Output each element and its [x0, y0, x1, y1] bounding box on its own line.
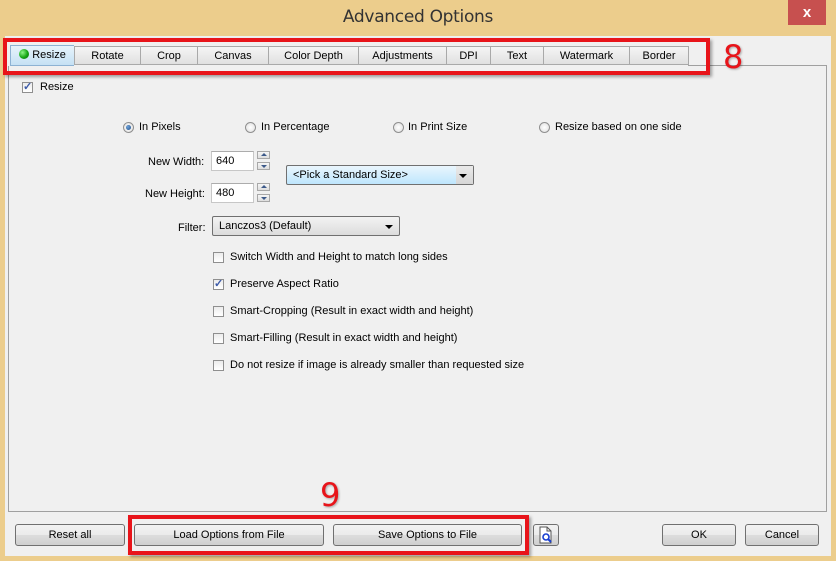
width-spin-up-button[interactable] — [257, 151, 270, 159]
chevron-down-icon — [459, 174, 467, 178]
radio-in-print-size[interactable] — [393, 122, 404, 133]
tab-watermark[interactable]: Watermark — [543, 46, 629, 65]
filter-value: Lanczos3 (Default) — [219, 220, 312, 232]
width-spin-down-button[interactable] — [257, 162, 270, 170]
switch-sides-label: Switch Width and Height to match long si… — [230, 251, 448, 263]
ok-button[interactable]: OK — [662, 524, 736, 546]
tab-adjustments[interactable]: Adjustments — [358, 46, 446, 65]
tab-canvas[interactable]: Canvas — [197, 46, 268, 65]
tab-rotate[interactable]: Rotate — [74, 46, 140, 65]
tab-label: Resize — [32, 49, 66, 61]
close-button[interactable]: x — [788, 0, 826, 25]
no-upscale-checkbox[interactable] — [213, 360, 224, 371]
filter-dropdown[interactable]: Lanczos3 (Default) — [212, 216, 400, 236]
panel-divider — [688, 65, 827, 66]
annotation-number-9: 9 — [320, 476, 341, 514]
tab-dpi[interactable]: DPI — [446, 46, 490, 65]
tab-crop[interactable]: Crop — [140, 46, 197, 65]
radio-in-percentage-label: In Percentage — [261, 121, 330, 133]
radio-one-side-label: Resize based on one side — [555, 121, 682, 133]
tab-resize[interactable]: Resize — [10, 45, 74, 66]
tab-strip: Resize Rotate Crop Canvas Color Depth Ad… — [10, 45, 689, 66]
annotation-number-8: 8 — [723, 38, 744, 76]
standard-size-dropdown[interactable]: <Pick a Standard Size> — [286, 165, 474, 185]
new-width-label: New Width: — [148, 156, 205, 168]
preserve-aspect-checkbox[interactable] — [213, 277, 224, 290]
new-width-input[interactable]: 640 — [211, 151, 254, 171]
standard-size-value: <Pick a Standard Size> — [293, 169, 408, 181]
smart-cropping-checkbox[interactable] — [213, 306, 224, 317]
save-options-button[interactable]: Save Options to File — [333, 524, 522, 546]
preview-button[interactable] — [533, 524, 559, 546]
preserve-aspect-label: Preserve Aspect Ratio — [230, 278, 339, 290]
switch-sides-checkbox[interactable] — [213, 252, 224, 263]
radio-in-pixels[interactable] — [123, 122, 134, 133]
window-title: Advanced Options — [342, 7, 494, 27]
resize-enable-checkbox[interactable] — [22, 80, 33, 93]
new-height-label: New Height: — [145, 188, 205, 200]
load-options-button[interactable]: Load Options from File — [134, 524, 324, 546]
height-spin-down-button[interactable] — [257, 194, 270, 202]
smart-filling-label: Smart-Filling (Result in exact width and… — [230, 332, 458, 344]
document-preview-icon — [539, 526, 552, 544]
tab-text[interactable]: Text — [490, 46, 543, 65]
chevron-down-icon — [385, 225, 393, 229]
smart-filling-checkbox[interactable] — [213, 333, 224, 344]
smart-cropping-label: Smart-Cropping (Result in exact width an… — [230, 305, 474, 317]
radio-in-percentage[interactable] — [245, 122, 256, 133]
resize-enable-label: Resize — [40, 81, 74, 93]
radio-one-side[interactable] — [539, 122, 550, 133]
radio-in-print-size-label: In Print Size — [408, 121, 468, 133]
height-spin-up-button[interactable] — [257, 183, 270, 191]
tab-color-depth[interactable]: Color Depth — [268, 46, 358, 65]
new-height-input[interactable]: 480 — [211, 183, 254, 203]
title-bar: Advanced Options x — [0, 0, 836, 36]
status-dot-icon — [19, 49, 30, 59]
filter-label: Filter: — [178, 222, 206, 234]
cancel-button[interactable]: Cancel — [745, 524, 819, 546]
tab-border[interactable]: Border — [629, 46, 689, 65]
reset-all-button[interactable]: Reset all — [15, 524, 125, 546]
no-upscale-label: Do not resize if image is already smalle… — [230, 359, 525, 371]
radio-in-pixels-label: In Pixels — [139, 121, 181, 133]
